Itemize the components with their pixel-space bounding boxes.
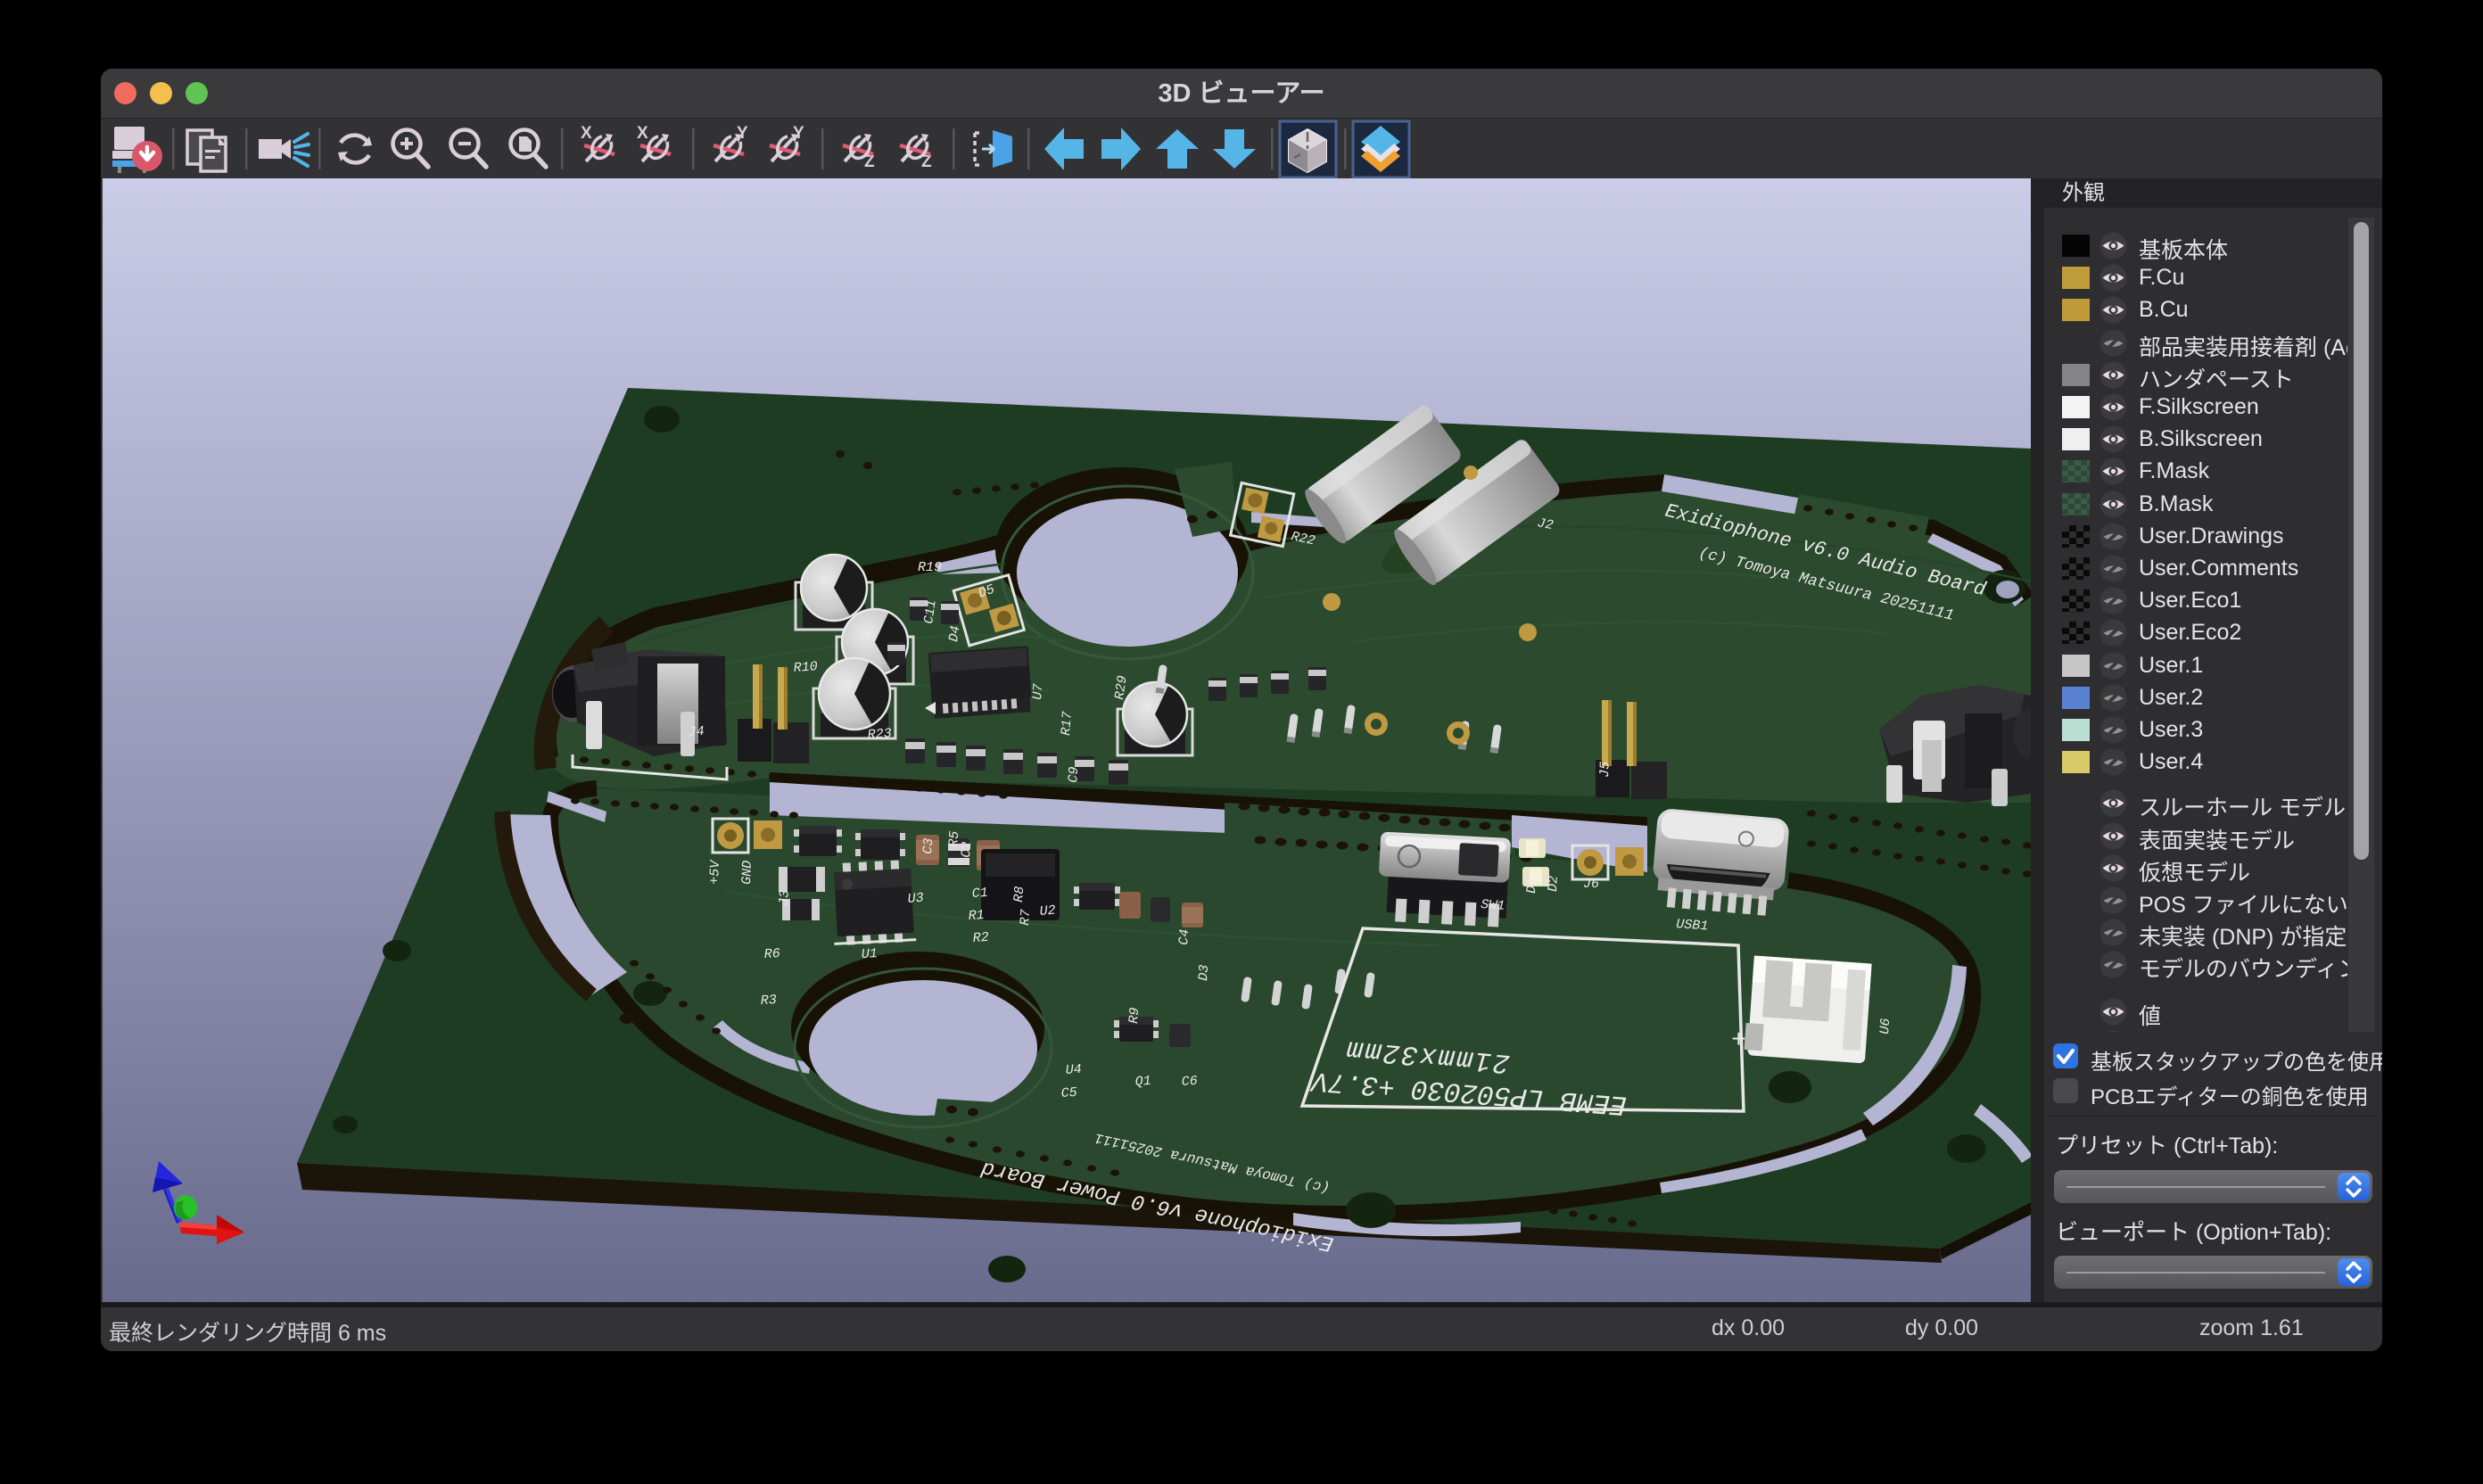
svg-text:SW1: SW1 (1481, 897, 1505, 914)
svg-text:D1: D1 (1524, 878, 1540, 895)
svg-text:U7: U7 (1030, 683, 1046, 700)
svg-text:R19: R19 (918, 560, 942, 575)
svg-text:C1: C1 (971, 886, 988, 902)
svg-text:U4: U4 (1065, 1062, 1082, 1078)
svg-text:U1: U1 (861, 946, 878, 962)
svg-text:R9: R9 (1126, 1007, 1143, 1024)
svg-text:J5: J5 (1597, 762, 1613, 779)
svg-text:J4: J4 (688, 724, 705, 740)
svg-text:R8: R8 (1011, 886, 1027, 903)
svg-text:X: X (637, 124, 648, 143)
svg-text:J3: J3 (777, 890, 793, 907)
svg-text:J6: J6 (1583, 877, 1599, 892)
svg-text:C3: C3 (920, 837, 936, 854)
svg-text:U6: U6 (1877, 1018, 1893, 1035)
svg-text:R10: R10 (793, 659, 818, 676)
svg-text:D4: D4 (946, 624, 963, 642)
svg-text:+5V: +5V (707, 859, 723, 886)
svg-text:R6: R6 (763, 946, 780, 962)
svg-text:D3: D3 (1196, 964, 1212, 981)
svg-text:C2: C2 (959, 841, 975, 858)
svg-text:USB1: USB1 (1676, 917, 1709, 934)
svg-text:R17: R17 (1059, 711, 1076, 736)
svg-text:R3: R3 (760, 993, 777, 1009)
svg-text:R1: R1 (968, 908, 985, 924)
svg-text:R2: R2 (972, 930, 989, 946)
svg-text:R7: R7 (1018, 909, 1034, 926)
svg-text:C5: C5 (1060, 1085, 1077, 1101)
svg-text:J2: J2 (1536, 515, 1555, 533)
svg-text:X: X (581, 124, 592, 143)
svg-text:C6: C6 (1181, 1074, 1198, 1090)
svg-text:+: + (1731, 1027, 1746, 1055)
svg-text:GND: GND (739, 861, 755, 886)
svg-text:C4: C4 (1176, 928, 1192, 945)
svg-text:U3: U3 (907, 890, 924, 907)
svg-text:R23: R23 (867, 726, 892, 743)
svg-text:U2: U2 (1039, 903, 1056, 919)
svg-text:Q1: Q1 (1134, 1074, 1151, 1090)
svg-text:D2: D2 (1546, 876, 1562, 893)
svg-text:C9: C9 (1066, 766, 1082, 783)
